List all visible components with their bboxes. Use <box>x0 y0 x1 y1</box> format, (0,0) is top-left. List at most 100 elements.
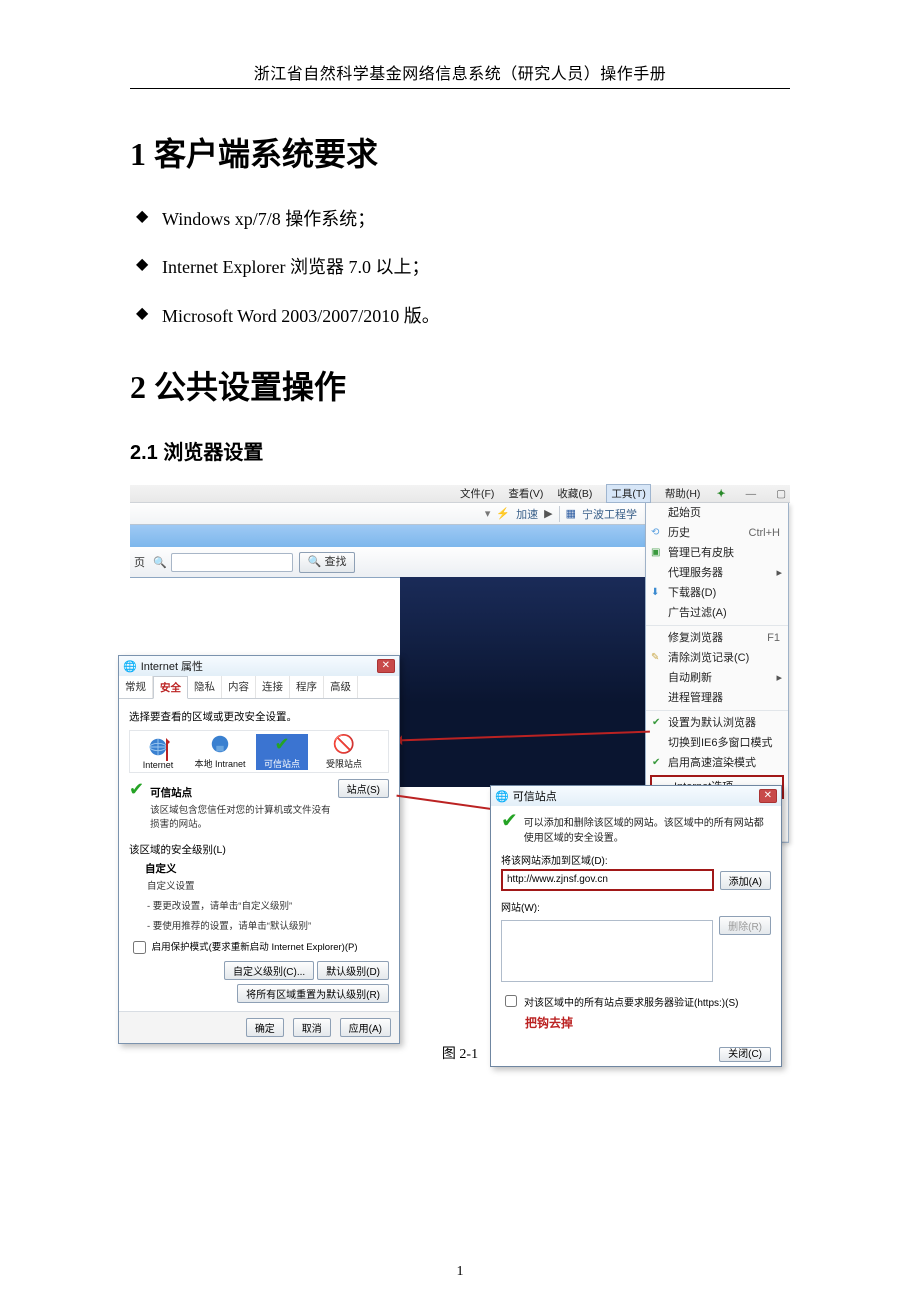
apply-button[interactable]: 应用(A) <box>340 1018 391 1037</box>
cancel-button[interactable]: 取消 <box>293 1018 331 1037</box>
tab-programs[interactable]: 程序 <box>290 676 324 698</box>
sites-button[interactable]: 站点(S) <box>338 779 389 798</box>
maximize-icon[interactable]: ▢ <box>776 488 786 500</box>
menu-item-autoref[interactable]: 自动刷新▸ <box>646 668 788 688</box>
address-hint: 宁波工程学 <box>582 506 637 522</box>
zone-intranet[interactable]: 本地 Intranet <box>194 733 246 770</box>
remove-button[interactable]: 删除(R) <box>719 916 771 935</box>
site-icon: ▦ <box>566 507 576 520</box>
add-site-label: 将该网站添加到区域(D): <box>501 852 771 867</box>
section-2-1-heading: 2.1 浏览器设置 <box>130 436 790 465</box>
tab-connection[interactable]: 连接 <box>256 676 290 698</box>
https-verify-checkbox[interactable] <box>505 995 517 1007</box>
zone-restricted[interactable]: 🚫 受限站点 <box>318 734 370 770</box>
menu-item-ie6mode[interactable]: 切换到IE6多窗口模式 <box>646 733 788 753</box>
trusted-intro: ✔ 可以添加和删除该区域的网站。该区域中的所有网站都使用区域的安全设置。 <box>501 814 771 844</box>
reset-all-button[interactable]: 将所有区域重置为默认级别(R) <box>237 984 389 1003</box>
zone-selector: Internet 本地 Intranet ✔ 可信站点 🚫 受限站点 <box>129 730 389 773</box>
menu-file[interactable]: 文件(F) <box>460 486 494 501</box>
custom-level-button[interactable]: 自定义级别(C)... <box>224 961 314 980</box>
accel-label: 加速 <box>516 506 538 522</box>
custom-desc-1: 自定义设置 <box>147 878 389 892</box>
accel-icon: ⚡ <box>496 507 510 520</box>
browser-menubar: 文件(F) 查看(V) 收藏(B) 工具(T) 帮助(H) ✦ — ▢ <box>130 485 790 503</box>
menu-item-startpage[interactable]: 起始页 <box>646 503 788 523</box>
tab-content[interactable]: 内容 <box>222 676 256 698</box>
section-1-heading: 1 客户端系统要求 <box>130 129 790 175</box>
find-tab: 页 <box>134 554 145 570</box>
dialog-titlebar: 🌐 可信站点 ✕ <box>491 786 781 806</box>
check-icon: ✔ <box>256 734 308 755</box>
menu-tools[interactable]: 工具(T) <box>606 484 650 503</box>
find-input[interactable] <box>171 553 293 572</box>
tab-privacy[interactable]: 隐私 <box>188 676 222 698</box>
add-site-input[interactable]: http://www.zjnsf.gov.cn <box>501 869 714 891</box>
window-accent-icon: ✦ <box>717 488 726 500</box>
dialog-footer: 关闭(C) <box>491 1039 781 1066</box>
annotation-arrow-small <box>166 741 168 761</box>
zone-internet[interactable]: Internet <box>132 736 184 770</box>
site-list-label: 网站(W): <box>501 899 771 914</box>
menu-item-history[interactable]: ⟲历史Ctrl+H <box>646 523 788 543</box>
protected-mode-label: 启用保护模式(要求重新启动 Internet Explorer)(P) <box>152 942 358 953</box>
menu-fav[interactable]: 收藏(B) <box>557 486 592 501</box>
minimize-icon[interactable]: — <box>746 488 757 500</box>
menu-item-download[interactable]: ⬇下载器(D) <box>646 583 788 603</box>
custom-desc-2: - 要更改设置，请单击“自定义级别” <box>147 898 389 912</box>
protected-mode-checkbox[interactable] <box>133 941 146 954</box>
close-button[interactable]: 关闭(C) <box>719 1047 771 1062</box>
check-icon: ✔ <box>501 814 518 844</box>
check-icon: ✔ <box>129 779 144 800</box>
find-button-label: 查找 <box>324 556 346 568</box>
ok-button[interactable]: 确定 <box>246 1018 284 1037</box>
menu-item-default-browser[interactable]: 设置为默认浏览器 <box>646 710 788 733</box>
menu-item-fastrender[interactable]: 启用高速渲染模式 <box>646 753 788 773</box>
document-header: 浙江省自然科学基金网络信息系统（研究人员）操作手册 <box>130 60 790 84</box>
intranet-icon <box>209 733 231 755</box>
menu-item-repair[interactable]: 修复浏览器F1 <box>646 625 788 648</box>
add-button[interactable]: 添加(A) <box>720 871 771 890</box>
broom-icon: ✎ <box>651 651 659 665</box>
trusted-sites-header: 可信站点 <box>150 785 332 800</box>
globe-icon: 🌐 <box>495 790 509 803</box>
close-icon[interactable]: ✕ <box>377 659 395 673</box>
header-divider <box>130 88 790 89</box>
dropdown-icon[interactable]: ▾ <box>485 507 491 520</box>
tab-general[interactable]: 常规 <box>119 676 153 698</box>
skin-icon: ▣ <box>651 546 660 560</box>
menu-item-adblock[interactable]: 广告过滤(A) <box>646 603 788 623</box>
browser-toolbar: ▾ ⚡ 加速 ▶ ▦ 宁波工程学 <box>130 503 645 525</box>
list-item: Microsoft Word 2003/2007/2010 版。 <box>130 300 790 332</box>
submenu-arrow-icon: ▸ <box>776 671 782 685</box>
list-item: Windows xp/7/8 操作系统； <box>130 203 790 235</box>
default-level-button[interactable]: 默认级别(D) <box>317 961 389 980</box>
history-icon: ⟲ <box>651 526 659 540</box>
menu-item-procmgr[interactable]: 进程管理器 <box>646 688 788 708</box>
page-content-dark <box>400 577 645 787</box>
find-button[interactable]: 🔍 查找 <box>299 552 356 573</box>
menu-help[interactable]: 帮助(H) <box>665 486 701 501</box>
zone-trusted[interactable]: ✔ 可信站点 <box>256 734 308 770</box>
tab-security[interactable]: 安全 <box>153 676 188 699</box>
play-icon[interactable]: ▶ <box>544 507 552 520</box>
browser-address-strip <box>130 525 645 547</box>
site-listbox[interactable] <box>501 920 713 982</box>
custom-header: 自定义 <box>145 861 389 876</box>
blocked-icon: 🚫 <box>318 734 370 755</box>
section-2-heading: 2 公共设置操作 <box>130 362 790 408</box>
security-level-header: 该区域的安全级别(L) <box>129 842 389 857</box>
menu-item-clear[interactable]: ✎清除浏览记录(C) <box>646 648 788 668</box>
https-verify-label: 对该区域中的所有站点要求服务器验证(https:)(S) <box>524 994 738 1009</box>
menu-view[interactable]: 查看(V) <box>508 486 543 501</box>
menu-item-skin[interactable]: ▣管理已有皮肤 <box>646 543 788 563</box>
menu-item-proxy[interactable]: 代理服务器▸ <box>646 563 788 583</box>
dialog-footer: 确定 取消 应用(A) <box>119 1011 399 1043</box>
tab-advanced[interactable]: 高级 <box>324 676 358 698</box>
submenu-arrow-icon: ▸ <box>776 566 782 580</box>
close-icon[interactable]: ✕ <box>759 789 777 803</box>
download-icon: ⬇ <box>651 586 659 600</box>
dialog-title: Internet 属性 <box>141 658 203 674</box>
annotation-uncheck-note: 把钩去掉 <box>525 1014 771 1031</box>
search-icon: 🔍 <box>153 556 167 569</box>
list-item: Internet Explorer 浏览器 7.0 以上； <box>130 251 790 283</box>
